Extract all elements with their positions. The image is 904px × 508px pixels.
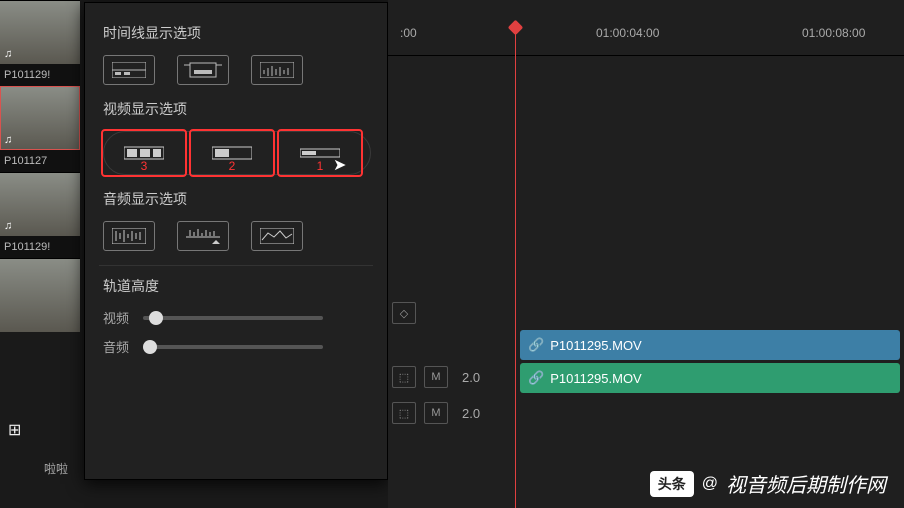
- audio-height-slider[interactable]: [143, 345, 323, 349]
- divider: [99, 265, 373, 266]
- track-link-button[interactable]: ⬚: [392, 402, 416, 424]
- media-thumb[interactable]: ♫: [0, 0, 80, 64]
- media-thumb[interactable]: [0, 258, 80, 332]
- media-bin: ♫ P101129! ♫ P101127 ♫ P101129! ⊞ 啦啦: [0, 0, 80, 508]
- track-scale: 2.0: [462, 370, 480, 385]
- track-header: ⬚ M 2.0: [388, 396, 518, 430]
- timeline-view-audio-icon[interactable]: [251, 55, 303, 85]
- track-header: ◇: [388, 296, 518, 330]
- video-view-thumb-icon[interactable]: 2: [191, 131, 273, 175]
- media-thumb[interactable]: ♫: [0, 86, 80, 150]
- video-view-segmented: 3 2 1 ➤: [103, 131, 369, 175]
- audio-display-heading: 音频显示选项: [103, 189, 369, 209]
- ruler-tick: 01:00:04:00: [596, 26, 659, 40]
- audio-waveform-full-icon[interactable]: [103, 221, 155, 251]
- timeline-view-options-popup: 时间线显示选项 视频显示选项 3 2 1 ➤ 音频显示选项: [84, 2, 388, 480]
- link-icon: 🔗: [528, 337, 544, 353]
- clip-name: P1011295.MOV: [550, 338, 642, 353]
- ruler-tick: :00: [400, 26, 417, 40]
- clip-name: P1011295.MOV: [550, 371, 642, 386]
- track-scale: 2.0: [462, 406, 480, 421]
- timeline-panel: :00 01:00:04:00 01:00:08:00 ◇ ⬚ M 2.0 ⬚ …: [388, 0, 904, 508]
- audio-waveform-half-icon[interactable]: [177, 221, 229, 251]
- track-lock-icon[interactable]: ◇: [392, 302, 416, 324]
- audio-icon: ♫: [4, 134, 12, 146]
- media-label: P101127: [0, 150, 80, 172]
- watermark-text: 视音频后期制作网: [726, 469, 886, 498]
- track-height-heading: 轨道高度: [103, 276, 369, 296]
- watermark-badge: 头条: [650, 471, 694, 497]
- timeline-clip[interactable]: 🔗 P1011295.MOV: [520, 330, 900, 360]
- timeline-view-subtitle-icon[interactable]: [177, 55, 229, 85]
- timeline-view-stacked-icon[interactable]: [103, 55, 155, 85]
- track-mute-button[interactable]: M: [424, 366, 448, 388]
- watermark-at: @: [702, 475, 718, 493]
- video-display-heading: 视频显示选项: [103, 99, 369, 119]
- watermark: 头条 @ 视音频后期制作网: [650, 469, 886, 498]
- timeline-display-heading: 时间线显示选项: [103, 23, 369, 43]
- ruler-tick: 01:00:08:00: [802, 26, 865, 40]
- grid-view-icon[interactable]: ⊞: [8, 420, 21, 440]
- media-label: P101129!: [0, 236, 80, 258]
- annotation-number: 2: [229, 159, 236, 173]
- video-view-filmstrip-icon[interactable]: 3: [103, 131, 185, 175]
- media-thumb[interactable]: ♫: [0, 172, 80, 236]
- media-label: P101129!: [0, 64, 80, 86]
- media-label: 啦啦: [44, 460, 68, 477]
- video-view-simple-icon[interactable]: 1: [279, 131, 361, 175]
- timeline-ruler[interactable]: :00 01:00:04:00 01:00:08:00: [388, 26, 904, 56]
- track-header: ⬚ M 2.0: [388, 360, 518, 394]
- track-link-button[interactable]: ⬚: [392, 366, 416, 388]
- annotation-number: 1: [317, 159, 324, 173]
- audio-slider-label: 音频: [103, 337, 129, 356]
- audio-icon: ♫: [4, 220, 12, 232]
- video-slider-label: 视频: [103, 308, 129, 327]
- link-icon: 🔗: [528, 370, 544, 386]
- track-mute-button[interactable]: M: [424, 402, 448, 424]
- audio-waveform-line-icon[interactable]: [251, 221, 303, 251]
- annotation-number: 3: [141, 159, 148, 173]
- audio-icon: ♫: [4, 48, 12, 60]
- playhead[interactable]: [515, 24, 516, 508]
- timeline-clip[interactable]: 🔗 P1011295.MOV: [520, 363, 900, 393]
- video-height-slider[interactable]: [143, 316, 323, 320]
